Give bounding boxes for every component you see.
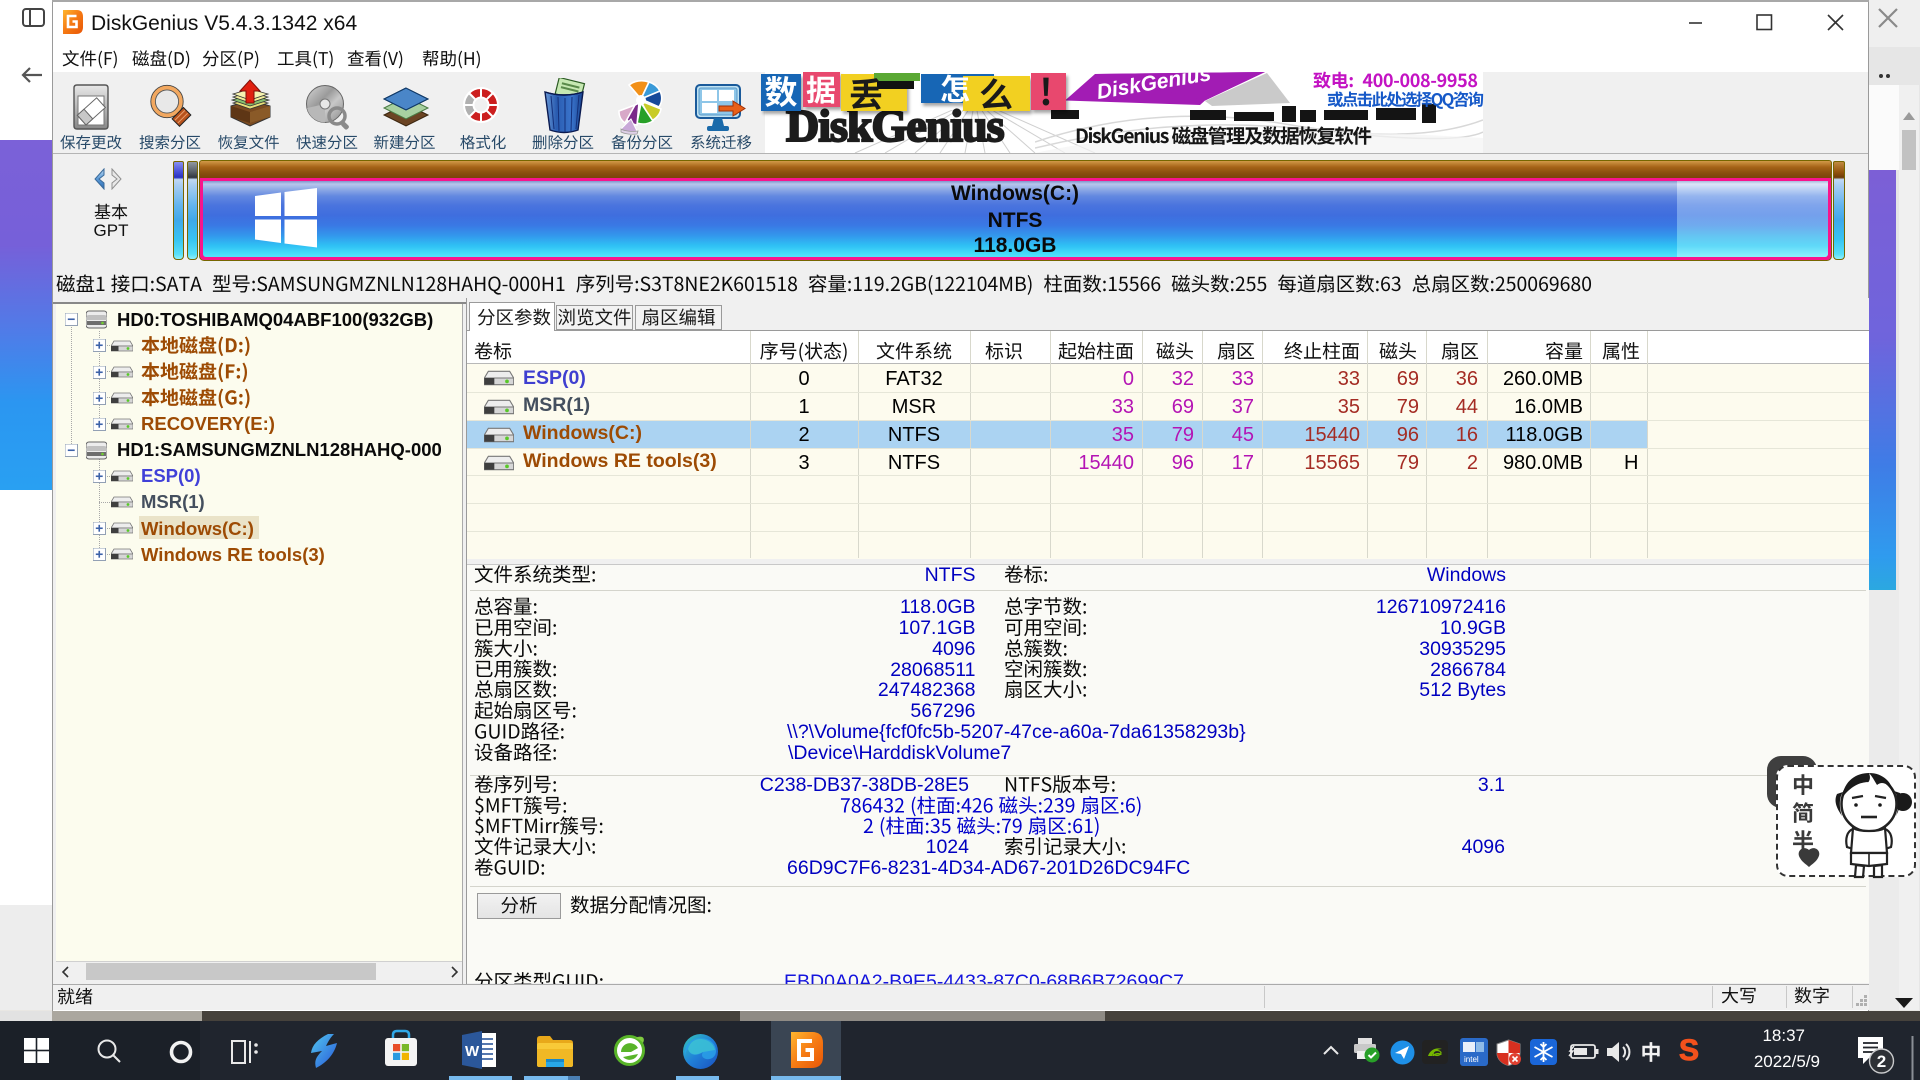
svg-text:W: W (465, 1043, 480, 1060)
svg-text:2: 2 (1877, 1052, 1886, 1071)
svg-text:intel: intel (1464, 1055, 1479, 1064)
